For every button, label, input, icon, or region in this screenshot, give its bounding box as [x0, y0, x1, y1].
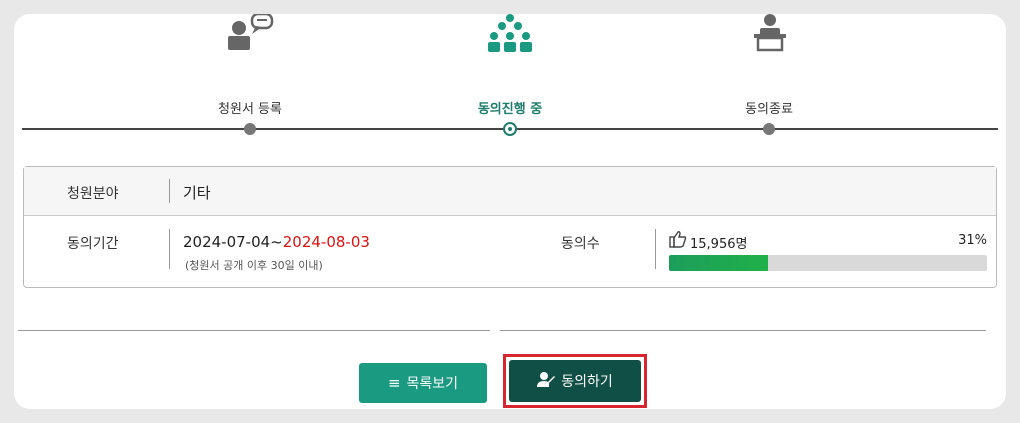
petition-info-table: 청원분야 기타 동의기간 2024-07-04~2024-08-03 (청원서 …	[23, 166, 997, 288]
divider	[655, 229, 656, 269]
speaker-chat-icon	[228, 14, 276, 54]
agree-button[interactable]: 동의하기	[509, 360, 641, 402]
divider-line-left	[18, 330, 490, 331]
thumbs-up-icon	[669, 230, 687, 248]
field-value: 기타	[183, 184, 211, 202]
agree-progress-fill	[669, 255, 768, 271]
divider-line-right	[500, 330, 986, 331]
agree-label: 동의하기	[561, 374, 613, 390]
agree-count-value: 15,956명	[690, 237, 748, 252]
agree-count-label: 동의수	[561, 236, 600, 252]
step-dot-register	[244, 123, 256, 135]
agree-percent: 31%	[958, 233, 987, 248]
step-label-in-progress: 동의진행 중	[477, 102, 543, 117]
list-view-button[interactable]: ≡ 목록보기	[359, 363, 487, 403]
period-label: 동의기간	[67, 236, 119, 252]
period-start: 2024-07-04~	[183, 233, 283, 251]
info-row-field: 청원분야 기타	[24, 167, 996, 216]
divider	[169, 229, 170, 269]
step-dot-ended	[763, 123, 775, 135]
user-check-icon	[537, 371, 556, 391]
petition-card: 청원서 등록 동의진행 중 동의종료 청원분야 기타 동의기간 2024-07-…	[14, 14, 1006, 409]
list-view-label: 목록보기	[406, 376, 459, 392]
step-label-ended: 동의종료	[745, 102, 793, 117]
period-note: (청원서 공개 이후 30일 이내)	[185, 259, 323, 272]
period-value: 2024-07-04~2024-08-03	[183, 233, 370, 251]
step-dot-in-progress	[503, 122, 517, 136]
agree-progress-bar	[669, 255, 987, 271]
podium-icon	[750, 14, 790, 54]
list-icon: ≡	[387, 374, 401, 392]
period-end: 2024-08-03	[282, 233, 370, 251]
divider	[169, 179, 170, 203]
step-label-register: 청원서 등록	[218, 102, 282, 117]
field-label: 청원분야	[67, 186, 119, 202]
crowd-icon	[486, 14, 534, 54]
